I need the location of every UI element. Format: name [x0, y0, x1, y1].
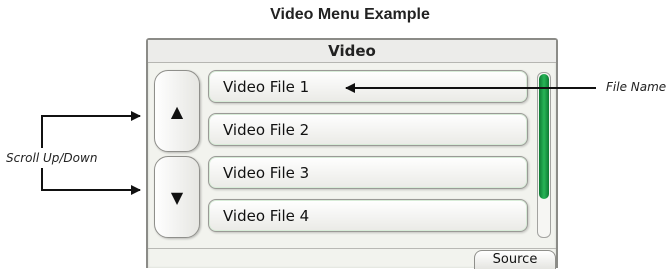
scroll-up-arrow — [41, 111, 141, 148]
scroll-down-arrow — [41, 168, 141, 195]
annotation-arrows — [41, 83, 596, 195]
